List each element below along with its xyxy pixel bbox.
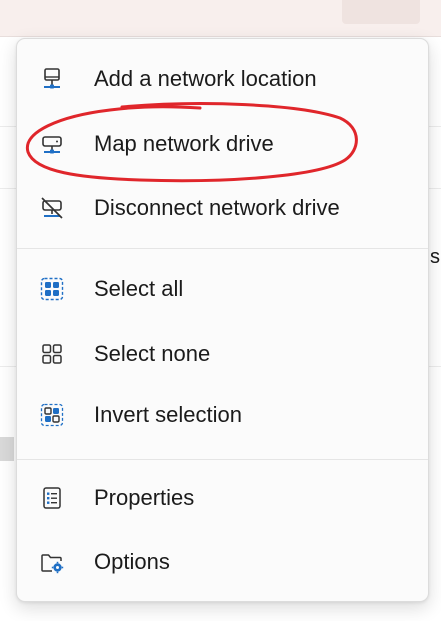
- background-partial-text: s: [430, 246, 440, 268]
- menu-separator: [17, 459, 428, 460]
- menu-item-map-network-drive[interactable]: Map network drive: [17, 116, 428, 172]
- menu-item-label: Properties: [94, 485, 195, 510]
- menu-item-label: Disconnect network drive: [94, 195, 340, 220]
- menu-separator: [17, 248, 428, 249]
- properties-icon: [39, 485, 65, 511]
- menu-item-select-all[interactable]: Select all: [17, 261, 428, 317]
- map-drive-icon: [39, 131, 65, 157]
- options-icon: [39, 549, 65, 575]
- menu-item-properties[interactable]: Properties: [17, 470, 428, 526]
- invert-selection-icon: [39, 402, 65, 428]
- menu-item-label: Invert selection: [94, 402, 242, 427]
- background-toolbar-button[interactable]: [342, 0, 420, 24]
- menu-item-label: Add a network location: [94, 66, 317, 91]
- select-none-icon: [39, 341, 65, 367]
- menu-item-disconnect-network-drive[interactable]: Disconnect network drive: [17, 180, 428, 236]
- menu-item-options[interactable]: Options: [17, 534, 428, 590]
- menu-item-select-none[interactable]: Select none: [17, 326, 428, 382]
- context-menu: Add a network location Map network drive…: [16, 38, 429, 602]
- disconnect-drive-icon: [39, 195, 65, 221]
- background-toolbar: [0, 0, 441, 37]
- menu-item-label: Options: [94, 549, 170, 574]
- menu-item-label: Select all: [94, 276, 184, 301]
- network-location-icon: [39, 66, 65, 92]
- background-scrollbar[interactable]: [0, 437, 14, 461]
- select-all-icon: [39, 276, 65, 302]
- menu-item-label: Select none: [94, 341, 211, 366]
- menu-item-invert-selection[interactable]: Invert selection: [17, 387, 428, 443]
- menu-item-label: Map network drive: [94, 131, 274, 156]
- menu-item-add-network-location[interactable]: Add a network location: [17, 51, 428, 107]
